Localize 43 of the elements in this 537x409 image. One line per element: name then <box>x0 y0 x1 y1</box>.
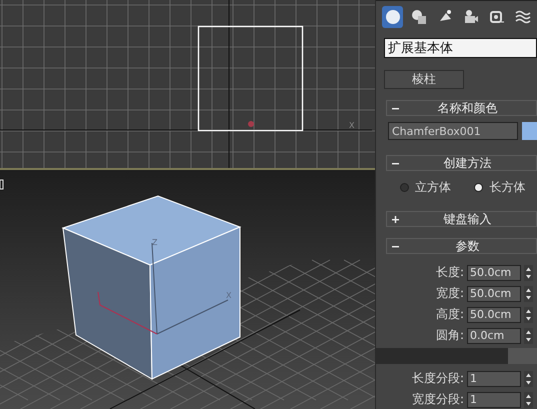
field-label: 宽度分段: <box>412 391 464 408</box>
field-label: 长度: <box>436 264 464 281</box>
axis-label: X <box>349 121 354 130</box>
object-type-button[interactable]: 棱柱 <box>384 70 464 89</box>
pivot-icon <box>248 121 254 127</box>
spinner-arrows-icon[interactable] <box>524 286 533 302</box>
axis-label: Z <box>152 238 158 247</box>
spinner-arrows-icon[interactable] <box>524 328 533 344</box>
waves-icon <box>514 9 530 25</box>
radio-option[interactable]: 长方体 <box>474 179 526 196</box>
field-label: 长度分段: <box>412 370 464 387</box>
radio-option[interactable]: 立方体 <box>400 179 451 196</box>
shapes-icon <box>410 9 426 25</box>
field-label: 圆角: <box>436 327 464 344</box>
rollout-header[interactable]: 创建方法 <box>386 155 537 171</box>
spinner-field[interactable]: 50.0cm <box>467 306 521 322</box>
axis-label: X <box>226 291 232 300</box>
box-outline[interactable] <box>198 26 304 132</box>
spinner-arrows-icon[interactable] <box>524 370 533 386</box>
spinner-arrows-icon[interactable] <box>524 306 533 322</box>
field-label: 高度: <box>436 306 464 323</box>
spinner-arrows-icon[interactable] <box>524 264 533 280</box>
spinner-field[interactable]: 1 <box>467 370 521 386</box>
spinner-field[interactable]: 0.0cm <box>467 328 521 344</box>
spinner-field[interactable]: 1 <box>467 392 521 408</box>
spinner-field[interactable]: 50.0cm <box>467 264 521 280</box>
rollout-header[interactable]: 参数 <box>386 238 537 254</box>
spinner-arrows-icon[interactable] <box>524 392 533 408</box>
rollout-header[interactable]: 名称和颜色 <box>386 100 537 116</box>
field-label: 宽度: <box>436 285 464 302</box>
spinner-field[interactable]: 50.0cm <box>467 286 521 302</box>
color-swatch[interactable] <box>522 122 537 140</box>
tape-measure-icon <box>488 9 504 25</box>
category-button[interactable] <box>382 6 403 28</box>
viewport-menu-icon[interactable] <box>0 180 4 190</box>
sphere-icon <box>384 9 400 25</box>
category-dropdown[interactable]: 扩展基本体 <box>384 38 537 58</box>
slider[interactable] <box>376 348 537 364</box>
name-field[interactable]: ChamferBox001 <box>388 122 518 140</box>
camera-icon <box>462 9 478 25</box>
cube-drawing[interactable] <box>62 195 242 380</box>
rollout-header[interactable]: 键盘输入 <box>386 211 537 227</box>
plus-icon[interactable] <box>392 216 399 222</box>
